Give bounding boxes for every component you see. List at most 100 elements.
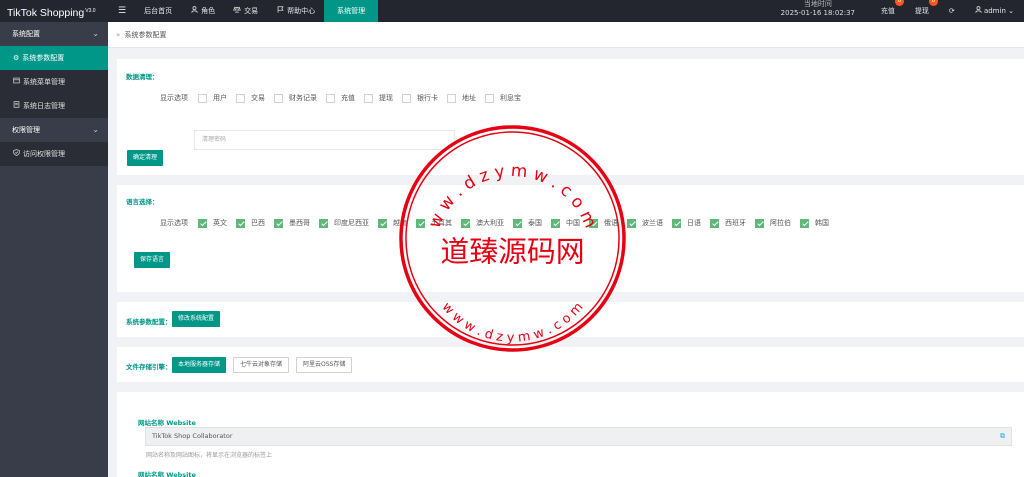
lang-option-russian[interactable]: 俄语 — [589, 218, 618, 228]
lang-option-spanish[interactable]: 西班牙 — [710, 218, 746, 228]
lang-option-mexico[interactable]: 墨西哥 — [274, 218, 310, 228]
checkbox[interactable] — [710, 218, 719, 228]
option-label: 韩国 — [815, 219, 829, 227]
language-row-label: 显示选项 — [160, 219, 188, 227]
recharge-link[interactable]: 充值 0 — [871, 0, 905, 22]
storage-local-button[interactable]: 本地服务器存储 — [172, 357, 227, 373]
system-params-title: 系统参数配置： — [126, 318, 172, 326]
checkbox[interactable] — [364, 93, 373, 103]
checkbox[interactable] — [236, 93, 245, 103]
checkbox[interactable] — [274, 93, 283, 103]
sidebar-item-system-params[interactable]: ⚙ 系统参数配置 — [0, 46, 108, 70]
checkbox[interactable] — [755, 218, 764, 228]
lang-option-china[interactable]: 中国 — [551, 218, 580, 228]
lang-option-arabic[interactable]: 阿拉伯 — [755, 218, 791, 228]
option-label: 印度尼西亚 — [334, 219, 369, 227]
refresh-button[interactable]: ⟳ — [939, 0, 965, 22]
recharge-badge: 0 — [894, 0, 904, 6]
confirm-clean-button[interactable]: 确定清理 — [127, 150, 164, 166]
lang-option-australia[interactable]: 澳大利亚 — [461, 218, 504, 228]
storage-card: 文件存储引擎： 本地服务器存储 七牛云对象存储 阿里云OSS存储 — [117, 347, 1024, 382]
nav-item-label: 交易 — [244, 7, 259, 15]
checkbox[interactable] — [378, 218, 387, 228]
checkbox[interactable] — [198, 218, 207, 228]
nav-item-help[interactable]: 帮助中心 — [267, 0, 324, 22]
lang-option-japanese[interactable]: 日语 — [672, 218, 701, 228]
checkbox[interactable] — [800, 218, 809, 228]
lang-option-korean[interactable]: 韩国 — [800, 218, 829, 228]
checkbox[interactable] — [513, 218, 522, 228]
sidebar: 系统配置 ⌄ ⚙ 系统参数配置 系统菜单管理 系统日志管理 权限管理 ⌄ 访问权… — [0, 22, 108, 477]
checkbox[interactable] — [198, 93, 207, 103]
option-label: 泰国 — [528, 219, 542, 227]
lang-option-polish[interactable]: 波兰语 — [627, 218, 663, 228]
sidebar-group-permission[interactable]: 权限管理 ⌄ — [0, 118, 108, 142]
sidebar-item-menu-manage[interactable]: 系统菜单管理 — [0, 70, 108, 94]
main-content: » 系统参数配置 数据清理： 显示选项 用户 交易 财务记录 充值 提现 银行卡… — [108, 22, 1024, 477]
sidebar-item-label: 访问权限管理 — [23, 150, 65, 158]
clean-option-user[interactable]: 用户 — [198, 93, 227, 103]
withdraw-link[interactable]: 提现 0 — [905, 0, 939, 22]
checkbox[interactable] — [551, 218, 560, 228]
nav-item-system[interactable]: 系统管理 — [324, 0, 379, 22]
sidebar-group-label: 系统配置 — [12, 30, 40, 38]
storage-aliyun-button[interactable]: 阿里云OSS存储 — [296, 357, 353, 373]
checkbox[interactable] — [461, 218, 470, 228]
clean-option-bankcard[interactable]: 银行卡 — [402, 93, 438, 103]
edit-icon[interactable]: ⧉ — [1000, 428, 1005, 445]
brand-version: V3.0 — [85, 8, 96, 14]
lang-option-indonesia[interactable]: 印度尼西亚 — [319, 218, 369, 228]
checkbox[interactable] — [319, 218, 328, 228]
sidebar-item-log-manage[interactable]: 系统日志管理 — [0, 94, 108, 118]
checkbox[interactable] — [416, 218, 425, 228]
nav-item-home[interactable]: 后台首页 — [135, 0, 181, 22]
clean-option-recharge[interactable]: 充值 — [326, 93, 355, 103]
checkbox[interactable] — [274, 218, 283, 228]
option-label: 巴西 — [251, 219, 265, 227]
lang-option-brazil[interactable]: 巴西 — [236, 218, 265, 228]
clean-option-withdraw[interactable]: 提现 — [364, 93, 393, 103]
top-nav: ☰ 后台首页 角色 交易 帮助中心 系统管理 — [108, 0, 379, 22]
checkbox[interactable] — [402, 93, 411, 103]
option-label: 中国 — [566, 219, 580, 227]
clean-option-finance[interactable]: 财务记录 — [274, 93, 317, 103]
lang-option-vietnam[interactable]: 越南 — [378, 218, 407, 228]
checkbox[interactable] — [627, 218, 636, 228]
user-icon — [190, 0, 198, 22]
sidebar-item-label: 系统日志管理 — [23, 102, 65, 110]
checkbox[interactable] — [672, 218, 681, 228]
option-label: 地址 — [462, 94, 476, 102]
nav-item-label: 系统管理 — [337, 7, 366, 15]
data-clean-row-label: 显示选项 — [160, 94, 188, 102]
nav-item-role[interactable]: 角色 — [181, 0, 224, 22]
lang-option-thailand[interactable]: 泰国 — [513, 218, 542, 228]
checkbox[interactable] — [485, 93, 494, 103]
checkbox[interactable] — [589, 218, 598, 228]
lang-option-english[interactable]: 英文 — [198, 218, 227, 228]
withdraw-badge: 0 — [928, 0, 938, 6]
nav-item-trade[interactable]: 交易 — [224, 0, 267, 22]
clean-password-input[interactable]: 清理密码 — [194, 130, 455, 150]
website-name-input[interactable]: TikTok Shop Collaborator ⧉ — [145, 427, 1012, 446]
lang-option-turkey[interactable]: 土耳其 — [416, 218, 452, 228]
storage-qiniu-button[interactable]: 七牛云对象存储 — [233, 357, 290, 373]
modify-system-config-button[interactable]: 修改系统配置 — [172, 311, 221, 327]
breadcrumb: » 系统参数配置 — [108, 22, 1024, 48]
option-label: 俄语 — [604, 219, 618, 227]
website-hint: 网站名称及网站图标，将显示在浏览器的标签上 — [146, 452, 273, 459]
sidebar-item-access-manage[interactable]: 访问权限管理 — [0, 142, 108, 166]
user-menu[interactable]: admin ⌄ — [965, 0, 1024, 22]
save-language-button[interactable]: 保存语言 — [134, 252, 171, 268]
option-label: 西班牙 — [725, 219, 746, 227]
sidebar-item-label: 系统菜单管理 — [23, 78, 65, 86]
checkbox[interactable] — [447, 93, 456, 103]
clean-option-trade[interactable]: 交易 — [236, 93, 265, 103]
menu-toggle-button[interactable]: ☰ — [108, 0, 135, 22]
checkbox[interactable] — [236, 218, 245, 228]
clean-option-address[interactable]: 地址 — [447, 93, 476, 103]
recharge-label: 充值 — [880, 7, 895, 15]
brand-logo[interactable]: TikTok ShoppingV3.0 — [0, 0, 108, 22]
checkbox[interactable] — [326, 93, 335, 103]
clean-option-interest[interactable]: 利息宝 — [485, 93, 521, 103]
sidebar-group-system-config[interactable]: 系统配置 ⌄ — [0, 22, 108, 46]
